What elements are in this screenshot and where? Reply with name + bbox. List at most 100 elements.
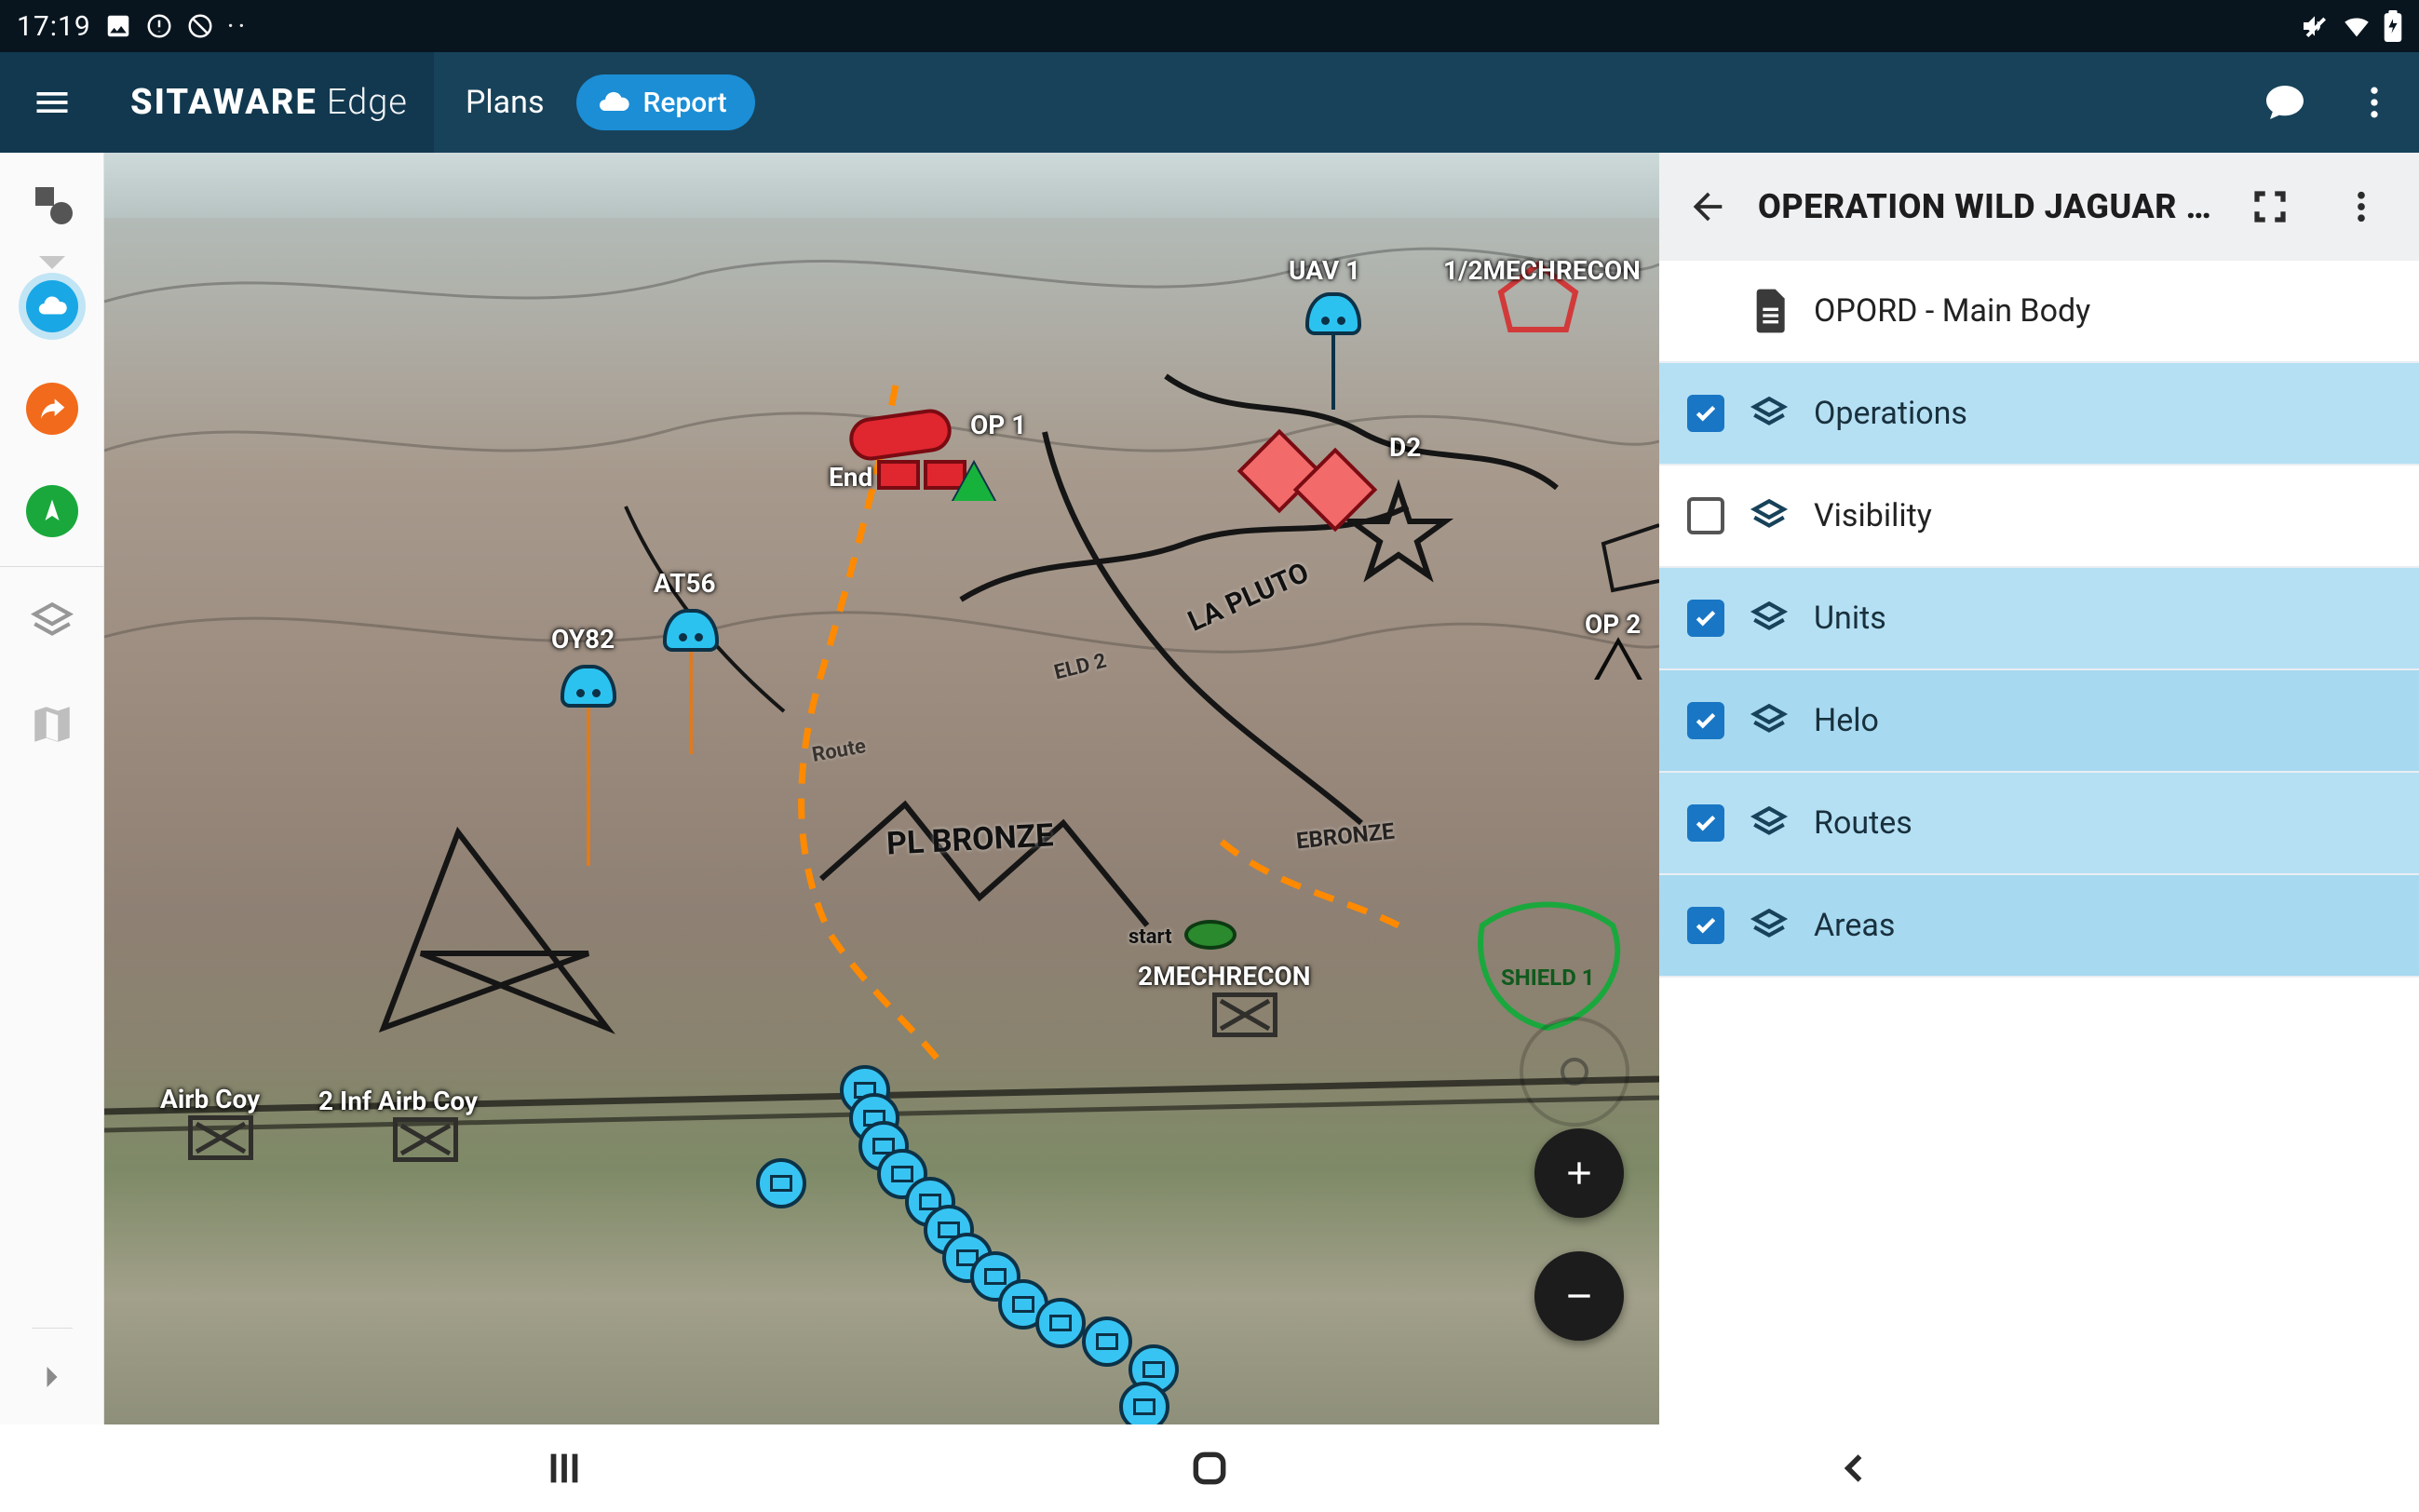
layers-stack-icon [29, 599, 75, 645]
layer-row[interactable]: Units [1659, 568, 2419, 670]
app-brand: SITAWARE Edge [104, 52, 434, 153]
toolbar-expand-button[interactable] [32, 1328, 73, 1424]
tool-shape-button[interactable] [0, 153, 104, 255]
layer-label: Routes [1814, 804, 1912, 842]
panel-doc-row[interactable]: OPORD - Main Body [1659, 261, 2419, 363]
share-arrow-icon [37, 394, 67, 424]
label-oy82: OY82 [551, 624, 615, 655]
home-icon [1189, 1448, 1230, 1489]
chat-icon [2263, 80, 2307, 125]
map-orient-button[interactable] [1520, 1017, 1629, 1127]
arrow-left-icon [1686, 185, 1729, 228]
plus-icon [1561, 1154, 1598, 1192]
check-icon [1694, 913, 1718, 938]
symbol-hostile-box[interactable] [877, 460, 920, 490]
layer-checkbox[interactable] [1687, 804, 1724, 842]
symbol-friendly-node[interactable] [756, 1158, 806, 1208]
menu-button[interactable] [0, 52, 104, 153]
layer-row[interactable]: Helo [1659, 670, 2419, 773]
layers-icon [1749, 803, 1790, 844]
image-icon [104, 12, 132, 40]
layer-row[interactable]: Operations [1659, 363, 2419, 466]
tool-nav-button[interactable] [0, 460, 104, 562]
no-disturb-icon [186, 12, 214, 40]
brand-strong: SITAWARE [130, 82, 318, 123]
tool-share-button[interactable] [0, 358, 104, 460]
minus-icon [1561, 1277, 1598, 1315]
layer-checkbox[interactable] [1687, 907, 1724, 944]
check-icon [1694, 811, 1718, 835]
layers-icon [1749, 495, 1790, 536]
layers-icon [1749, 905, 1790, 946]
panel-fullscreen-button[interactable] [2229, 166, 2311, 248]
layer-checkbox[interactable] [1687, 702, 1724, 739]
layer-label: Visibility [1814, 497, 1932, 534]
app-header: SITAWARE Edge Plans Report [0, 52, 2419, 153]
plans-link[interactable]: Plans [434, 84, 576, 121]
symbol-friendly-node[interactable] [1082, 1316, 1132, 1367]
layer-label: Operations [1814, 395, 1967, 432]
layers-icon [1749, 700, 1790, 741]
hamburger-icon [32, 82, 73, 123]
layer-checkbox[interactable] [1687, 497, 1724, 534]
label-shield1: SHIELD 1 [1501, 965, 1595, 991]
label-2mechrecon: 2MECHRECON [1138, 961, 1311, 992]
cloud-fill-icon [36, 290, 68, 322]
tool-cloud-button[interactable] [0, 255, 104, 358]
report-label: Report [643, 87, 727, 119]
compass-up-icon [38, 497, 66, 525]
android-back-button[interactable] [1818, 1440, 1892, 1496]
layer-checkbox[interactable] [1687, 395, 1724, 432]
label-op1: OP 1 [970, 410, 1026, 440]
more-vert-icon [2342, 187, 2381, 226]
chevron-left-icon [1834, 1448, 1875, 1489]
check-icon [1694, 401, 1718, 425]
android-recents-button[interactable] [527, 1440, 601, 1496]
android-home-button[interactable] [1172, 1440, 1247, 1496]
symbol-op1-triangle-fill [953, 464, 994, 501]
chat-button[interactable] [2240, 58, 2330, 147]
map-viewport[interactable]: OP 1 End UAV 1 1/2MECHRECON D2 AT56 OY82… [104, 153, 1659, 1424]
label-airbcoy: Airb Coy [160, 1084, 260, 1114]
leader-line [1331, 335, 1335, 410]
panel-back-button[interactable] [1667, 166, 1749, 248]
layers-panel: OPERATION WILD JAGUAR … OPORD - Main Bod… [1659, 153, 2419, 1424]
tool-layers-button[interactable] [0, 571, 104, 673]
label-op2: OP 2 [1585, 609, 1641, 640]
layer-row[interactable]: Areas [1659, 875, 2419, 978]
layer-row[interactable]: Routes [1659, 773, 2419, 875]
symbol-start-ellipse[interactable] [1184, 920, 1237, 950]
layer-checkbox[interactable] [1687, 600, 1724, 637]
zoom-in-button[interactable] [1534, 1128, 1624, 1218]
symbol-airbcoy-unit[interactable] [188, 1115, 253, 1160]
recents-icon [543, 1447, 586, 1490]
layer-row[interactable]: Visibility [1659, 466, 2419, 568]
panel-overflow-button[interactable] [2320, 166, 2402, 248]
layer-label: Helo [1814, 702, 1879, 739]
header-overflow-button[interactable] [2330, 58, 2419, 147]
wifi-icon [2341, 10, 2372, 42]
layers-icon [1749, 393, 1790, 434]
android-status-bar: 17:19 ·· [0, 0, 2419, 52]
symbol-infairb-unit[interactable] [393, 1117, 458, 1162]
check-icon [1694, 606, 1718, 630]
status-dots: ·· [227, 10, 250, 43]
label-infairb: 2 Inf Airb Coy [318, 1086, 478, 1116]
symbol-op2-triangle[interactable] [1594, 637, 1642, 680]
symbol-friendly-node[interactable] [1119, 1382, 1169, 1424]
check-icon [1694, 709, 1718, 733]
zoom-out-button[interactable] [1534, 1251, 1624, 1341]
terrain-overlay [104, 153, 1659, 1424]
tool-map-button[interactable] [0, 673, 104, 776]
symbol-2mechrecon-unit[interactable] [1212, 992, 1277, 1037]
label-d2: D2 [1389, 432, 1421, 463]
shape-icon [30, 182, 74, 226]
leader-line [689, 652, 693, 754]
label-start: start [1128, 925, 1172, 949]
chevron-right-icon [32, 1357, 73, 1397]
document-icon [1749, 286, 1790, 336]
battery-charging-icon [2384, 10, 2402, 42]
symbol-friendly-node[interactable] [1035, 1298, 1086, 1348]
map-fold-icon [29, 701, 75, 748]
report-button[interactable]: Report [576, 74, 755, 130]
